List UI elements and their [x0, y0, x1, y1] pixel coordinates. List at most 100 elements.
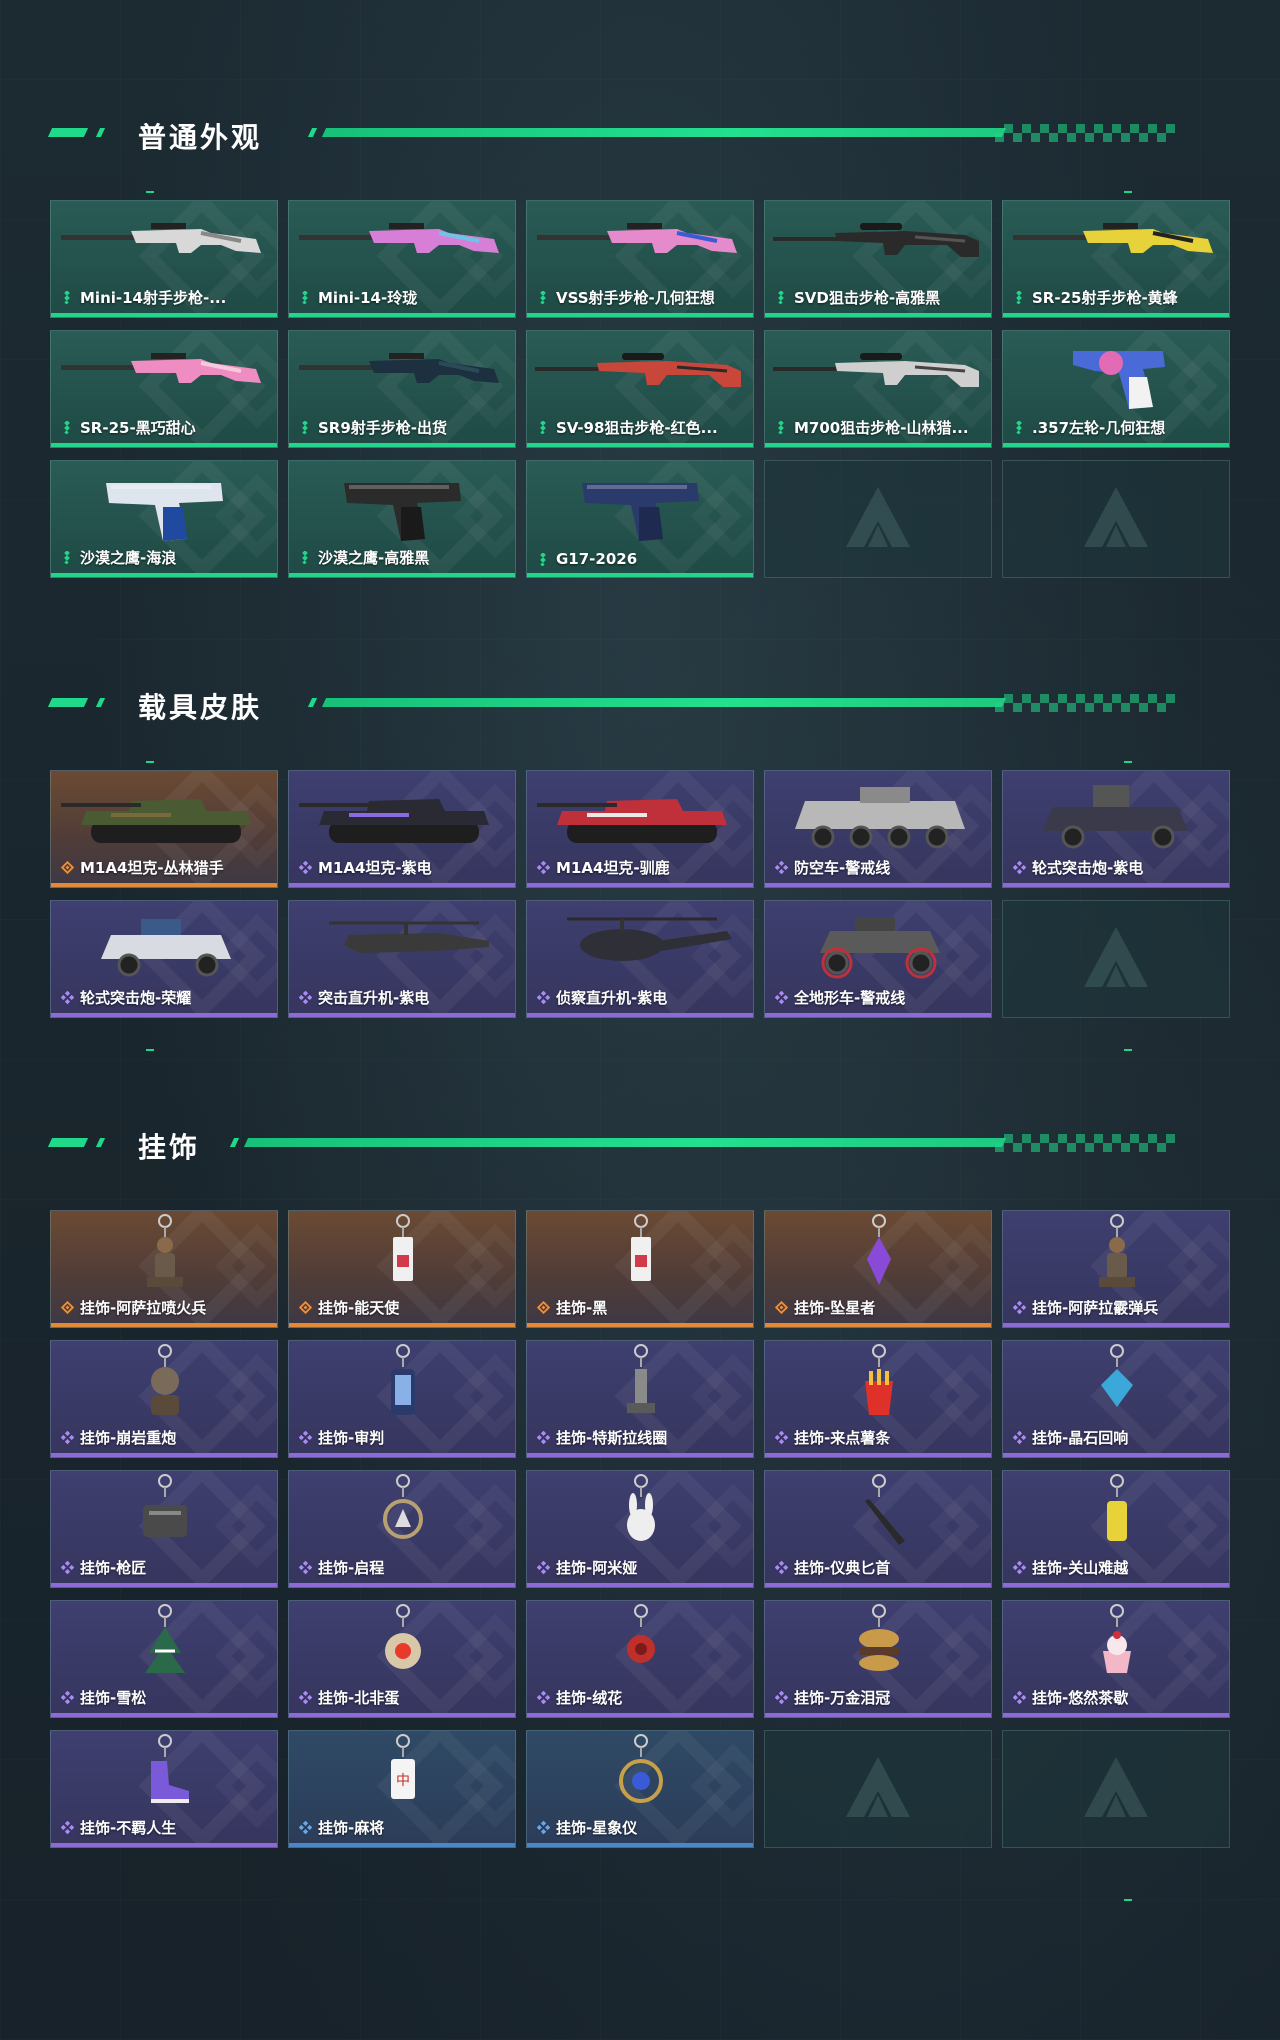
item-card[interactable]: 挂饰-北非蛋: [288, 1600, 516, 1718]
rarity-icon: [537, 1821, 550, 1834]
rarity-icon: [540, 291, 546, 304]
corner-tick: [1124, 761, 1132, 763]
item-card[interactable]: SR-25-黑巧甜心: [50, 330, 278, 448]
rarity-bar: [289, 1713, 515, 1717]
item-label-row: 挂饰-关山难越: [1013, 1557, 1128, 1578]
rarity-icon: [537, 1431, 550, 1444]
item-card[interactable]: 沙漠之鹰-海浪: [50, 460, 278, 578]
item-card[interactable]: 轮式突击炮-紫电: [1002, 770, 1230, 888]
item-card[interactable]: 挂饰-晶石回响: [1002, 1340, 1230, 1458]
item-card[interactable]: 挂饰-特斯拉线圈: [526, 1340, 754, 1458]
heli-attack-illustration: [329, 921, 489, 953]
item-card[interactable]: SR-25射手步枪-黄蜂: [1002, 200, 1230, 318]
item-card[interactable]: SV-98狙击步枪-红色...: [526, 330, 754, 448]
item-name: 挂饰-晶石回响: [1032, 1429, 1129, 1447]
pistol-black-illustration: [344, 483, 461, 541]
item-card[interactable]: 挂饰-崩岩重炮: [50, 1340, 278, 1458]
item-name: 挂饰-阿萨拉喷火兵: [80, 1299, 207, 1317]
item-name: 挂饰-启程: [318, 1559, 385, 1577]
item-card[interactable]: .357左轮-几何狂想: [1002, 330, 1230, 448]
item-card[interactable]: 挂饰-坠星者: [764, 1210, 992, 1328]
item-card[interactable]: 挂饰-悠然茶歇: [1002, 1600, 1230, 1718]
item-name: 突击直升机-紫电: [318, 989, 430, 1007]
rarity-bar: [1003, 1453, 1229, 1457]
rarity-bar: [527, 1713, 753, 1717]
item-card[interactable]: M1A4坦克-丛林猎手: [50, 770, 278, 888]
rarity-icon: [1013, 861, 1026, 874]
charm-shoe-illustration: [151, 1734, 189, 1803]
item-card[interactable]: 挂饰-不羁人生: [50, 1730, 278, 1848]
item-card[interactable]: 沙漠之鹰-高雅黑: [288, 460, 516, 578]
item-card[interactable]: 挂饰-枪匠: [50, 1470, 278, 1588]
corner-tick: [1124, 1899, 1132, 1901]
item-card[interactable]: 侦察直升机-紫电: [526, 900, 754, 1018]
item-card[interactable]: 挂饰-启程: [288, 1470, 516, 1588]
charm-card-illustration: [631, 1214, 651, 1281]
item-card[interactable]: 挂饰-万金泪冠: [764, 1600, 992, 1718]
item-card[interactable]: 挂饰-雪松: [50, 1600, 278, 1718]
item-card[interactable]: 突击直升机-紫电: [288, 900, 516, 1018]
header-slash: [307, 128, 318, 137]
item-card[interactable]: SR9射手步枪-出货: [288, 330, 516, 448]
charm-plate-illustration: [385, 1604, 421, 1669]
item-card[interactable]: 挂饰-黑: [526, 1210, 754, 1328]
rarity-bar: [289, 1013, 515, 1017]
rarity-icon: [299, 1431, 312, 1444]
item-card[interactable]: 挂饰-阿米娅: [526, 1470, 754, 1588]
rarity-bar: [51, 1713, 277, 1717]
tank-red-illustration: [537, 799, 727, 843]
rarity-bar: [765, 1323, 991, 1327]
item-card[interactable]: 中挂饰-麻将: [288, 1730, 516, 1848]
item-card[interactable]: 挂饰-来点薯条: [764, 1340, 992, 1458]
item-name: 挂饰-万金泪冠: [794, 1689, 891, 1707]
item-card[interactable]: SVD狙击步枪-高雅黑: [764, 200, 992, 318]
item-card[interactable]: 挂饰-阿萨拉霰弹兵: [1002, 1210, 1230, 1328]
item-card[interactable]: M1A4坦克-紫电: [288, 770, 516, 888]
item-card[interactable]: 全地形车-警戒线: [764, 900, 992, 1018]
item-label-row: 挂饰-坠星者: [775, 1297, 875, 1318]
item-name: 挂饰-北非蛋: [318, 1689, 400, 1707]
header-accent-bar: [47, 698, 89, 707]
apc-illustration: [795, 787, 965, 849]
section-title: 载具皮肤: [138, 691, 263, 724]
charm-tree-illustration: [145, 1604, 185, 1673]
item-card[interactable]: VSS射手步枪-几何狂想: [526, 200, 754, 318]
item-label-row: 挂饰-审判: [299, 1427, 384, 1448]
item-card[interactable]: 挂饰-能天使: [288, 1210, 516, 1328]
item-card[interactable]: Mini-14射手步枪-...: [50, 200, 278, 318]
item-label-row: 挂饰-阿米娅: [537, 1557, 637, 1578]
rarity-icon: [64, 291, 70, 304]
header-accent-bar: [47, 1138, 89, 1147]
charm-soldier-illustration: [1099, 1214, 1135, 1287]
rarity-icon: [778, 291, 784, 304]
item-name: M1A4坦克-驯鹿: [556, 859, 670, 877]
rarity-icon: [537, 991, 550, 1004]
rarity-icon: [299, 1301, 312, 1314]
item-card[interactable]: 轮式突击炮-荣耀: [50, 900, 278, 1018]
item-card[interactable]: M700狙击步枪-山林猎...: [764, 330, 992, 448]
item-name: 侦察直升机-紫电: [556, 989, 668, 1007]
heli-scout-illustration: [567, 917, 732, 961]
item-card[interactable]: 挂饰-审判: [288, 1340, 516, 1458]
charm-cake-illustration: [1103, 1604, 1131, 1673]
item-card[interactable]: Mini-14-玲珑: [288, 200, 516, 318]
item-card[interactable]: G17-2026: [526, 460, 754, 578]
corner-tick: [146, 1049, 154, 1051]
item-label-row: 挂饰-不羁人生: [61, 1817, 176, 1838]
sniper-white-illustration: [773, 353, 979, 387]
item-label-row: 挂饰-来点薯条: [775, 1427, 890, 1448]
item-card[interactable]: M1A4坦克-驯鹿: [526, 770, 754, 888]
item-card[interactable]: 挂饰-绒花: [526, 1600, 754, 1718]
item-grid: 挂饰-阿萨拉喷火兵 挂饰-能天使 挂饰-黑 挂饰-坠星者 挂饰-阿萨拉霰弹兵挂饰-崩岩重…: [50, 1210, 1230, 1848]
item-card[interactable]: 挂饰-阿萨拉喷火兵: [50, 1210, 278, 1328]
item-card[interactable]: 挂饰-星象仪: [526, 1730, 754, 1848]
rarity-icon: [299, 1561, 312, 1574]
item-card[interactable]: 防空车-警戒线: [764, 770, 992, 888]
empty-slot: [1002, 460, 1230, 578]
vss-pink-illustration: [537, 223, 737, 253]
item-card[interactable]: 挂饰-仪典匕首: [764, 1470, 992, 1588]
item-label-row: M1A4坦克-驯鹿: [537, 857, 670, 878]
item-label-row: 沙漠之鹰-海浪: [61, 547, 176, 568]
item-card[interactable]: 挂饰-关山难越: [1002, 1470, 1230, 1588]
placeholder-logo-icon: [1084, 1757, 1148, 1817]
